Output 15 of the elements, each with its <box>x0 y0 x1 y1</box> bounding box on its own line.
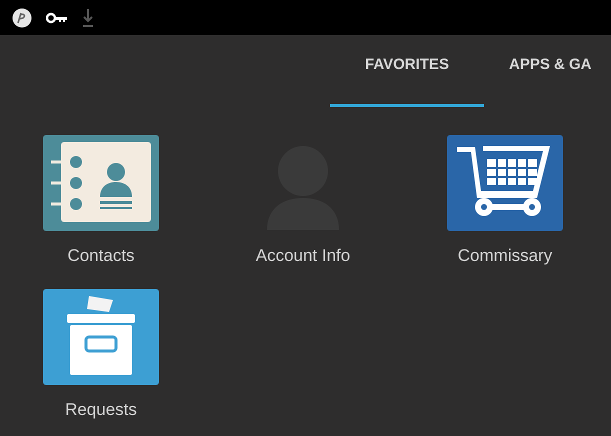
app-label: Requests <box>65 398 137 420</box>
app-tile[interactable]: Commissary <box>404 135 606 268</box>
app-tile[interactable]: Contacts <box>0 135 202 268</box>
ballot-box-icon <box>43 288 159 384</box>
app-tile[interactable]: Requests <box>0 288 202 422</box>
tab[interactable]: APPS & GA <box>484 35 611 107</box>
shopping-cart-icon <box>447 135 563 231</box>
logo-icon <box>12 8 32 28</box>
app-label: Account Info <box>256 245 350 267</box>
app-label: Commissary <box>458 245 552 267</box>
key-icon <box>46 12 68 24</box>
download-icon <box>82 8 94 28</box>
app-label: Contacts <box>67 245 135 267</box>
contacts-book-icon <box>43 135 159 231</box>
tab[interactable]: FAVORITES <box>330 35 484 107</box>
